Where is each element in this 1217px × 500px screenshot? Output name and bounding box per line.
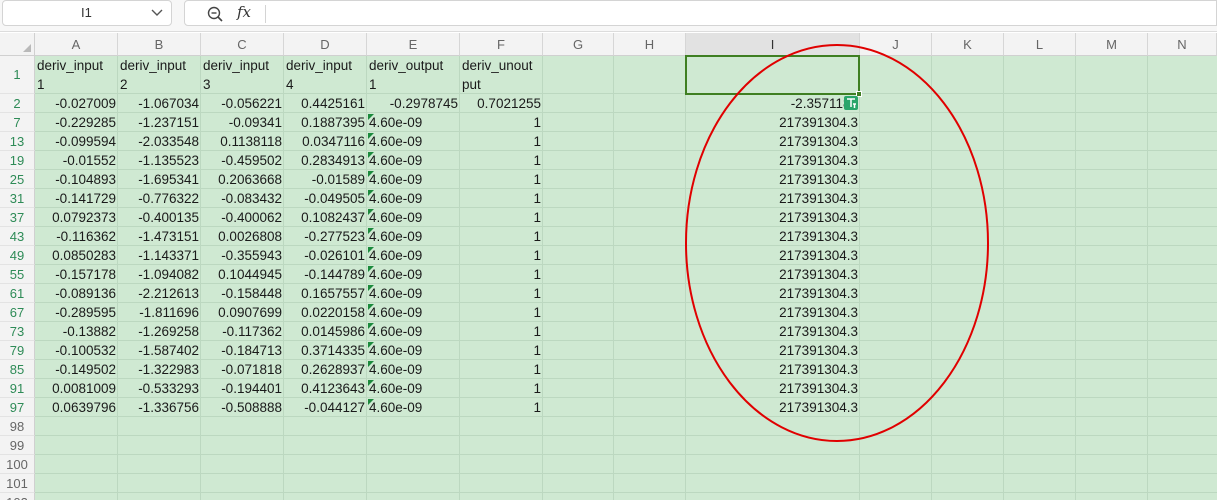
annotation-ellipse: [685, 44, 989, 442]
